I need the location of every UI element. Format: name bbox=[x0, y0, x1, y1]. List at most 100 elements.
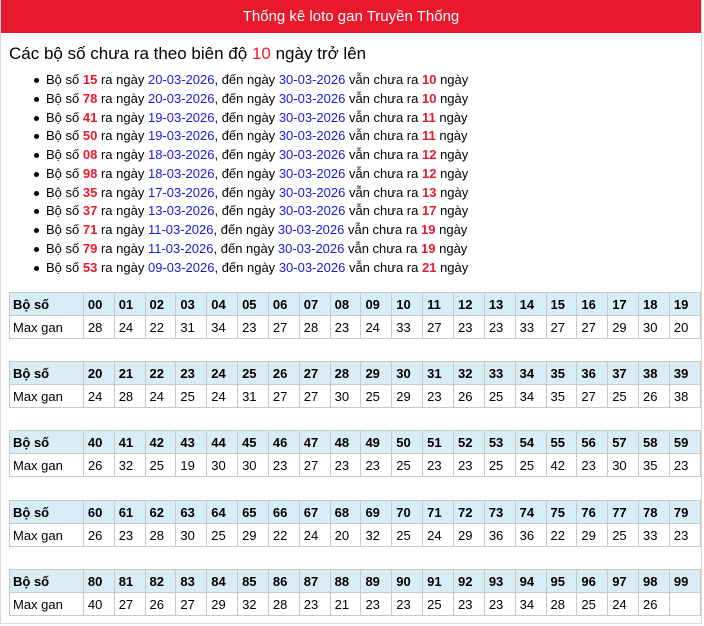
max-gan-cell: 24 bbox=[82, 384, 115, 408]
max-gan-cell: 28 bbox=[113, 384, 146, 408]
table-row: Max gan 26 32 25 19 30 30 23 27 23 23 25 23 23 25 25 42 2… bbox=[9, 453, 702, 477]
max-gan-cell: 23 bbox=[668, 453, 702, 477]
max-gan-cell: 26 bbox=[452, 384, 485, 408]
label-bo-so: Bộ số bbox=[46, 147, 80, 162]
max-gan-cell: 35 bbox=[638, 453, 670, 477]
label-bo-so: Bộ số bbox=[46, 240, 80, 256]
label-ra-ngay: ra ngày bbox=[100, 165, 145, 181]
max-gan-cell: 25 bbox=[144, 453, 177, 477]
item-to-date: 30-03-2026 bbox=[277, 240, 345, 256]
max-gan-cell: 23 bbox=[452, 453, 485, 477]
number-cell: 86 bbox=[267, 569, 300, 593]
item-days: 12 bbox=[421, 165, 437, 181]
number-cell: 83 bbox=[175, 569, 208, 593]
item-number: 98 bbox=[82, 165, 98, 181]
max-gan-cell: 30 bbox=[607, 453, 640, 477]
number-cell: 85 bbox=[237, 569, 269, 593]
max-gan-cell: 30 bbox=[329, 384, 362, 408]
number-cell: 11 bbox=[422, 292, 454, 316]
label-van-chua-ra: vẫn chưa ra bbox=[348, 184, 419, 200]
number-cell: 60 bbox=[82, 500, 115, 524]
item-number: 53 bbox=[82, 259, 98, 275]
number-cell: 06 bbox=[267, 292, 300, 316]
label-bo-so: Bộ số bbox=[46, 222, 80, 237]
number-cell: 59 bbox=[668, 430, 702, 454]
item-days: 19 bbox=[421, 222, 436, 237]
max-gan-cell: 23 bbox=[360, 453, 393, 477]
item-number: 15 bbox=[82, 72, 98, 87]
label-ngay: ngày bbox=[439, 240, 468, 256]
number-cell: 82 bbox=[144, 569, 177, 593]
number-cell: 76 bbox=[576, 500, 609, 524]
item-to-date: 30-03-2026 bbox=[278, 184, 346, 200]
max-gan-cell: 35 bbox=[545, 384, 578, 408]
item-days: 21 bbox=[421, 259, 437, 275]
label-ra-ngay: ra ngày bbox=[100, 203, 145, 219]
max-gan-cell: 24 bbox=[113, 315, 146, 339]
item-from-date: 13-03-2026 bbox=[147, 203, 215, 219]
item-from-date: 11-03-2026 bbox=[147, 222, 214, 237]
label-ngay: ngày bbox=[439, 222, 468, 237]
max-gan-cell: 21 bbox=[329, 592, 362, 616]
number-cell: 01 bbox=[113, 292, 146, 316]
table-row: Max gan 40 27 26 27 29 32 28 23 21 23 23 25 23 23 34 28 2… bbox=[9, 592, 702, 616]
number-cell: 80 bbox=[82, 569, 115, 593]
max-gan-cell: 26 bbox=[82, 453, 115, 477]
max-gan-cell: 27 bbox=[175, 592, 208, 616]
label-ngay: ngày bbox=[440, 203, 469, 219]
label-den-ngay: , đến ngày bbox=[214, 128, 276, 144]
number-cell: 55 bbox=[545, 430, 578, 454]
max-gan-cell: 23 bbox=[483, 592, 516, 616]
number-cell: 97 bbox=[607, 569, 640, 593]
max-gan-cell: 23 bbox=[452, 592, 485, 616]
number-cell: 18 bbox=[638, 292, 670, 316]
label-van-chua-ra: vẫn chưa ra bbox=[347, 222, 418, 237]
item-to-date: 30-03-2026 bbox=[278, 203, 346, 219]
item-to-date: 30-03-2026 bbox=[277, 222, 345, 237]
max-gan-cell: 28 bbox=[298, 315, 331, 339]
number-cell: 46 bbox=[267, 430, 300, 454]
item-days: 12 bbox=[421, 147, 437, 162]
number-cell: 79 bbox=[668, 500, 702, 524]
number-cell: 23 bbox=[175, 361, 208, 385]
max-gan-table: Bộ số 20 21 22 23 24 25 26 27 28 29 30 31 32 33 34 35 36 3… bbox=[9, 361, 702, 408]
label-van-chua-ra: vẫn chưa ra bbox=[348, 203, 419, 219]
max-gan-cell: 34 bbox=[514, 384, 547, 408]
number-cell: 67 bbox=[298, 500, 331, 524]
table-header-row: Bộ số 40 41 42 43 44 45 46 47 48 49 50 51 52 53 54 55 56 5… bbox=[9, 430, 702, 454]
max-gan-cell: 23 bbox=[422, 384, 454, 408]
max-gan-cell: 23 bbox=[422, 453, 454, 477]
number-cell: 88 bbox=[329, 569, 362, 593]
max-gan-cell: 28 bbox=[144, 523, 177, 547]
item-from-date: 20-03-2026 bbox=[147, 72, 215, 87]
item-number: 35 bbox=[82, 184, 98, 200]
number-cell: 29 bbox=[360, 361, 393, 385]
list-item: Bộ số 15 ra ngày 20-03-2026, đến ngày 30… bbox=[34, 71, 701, 90]
max-gan-cell: 25 bbox=[391, 453, 424, 477]
header-label: Bộ số bbox=[9, 292, 84, 316]
max-gan-cell: 34 bbox=[206, 315, 239, 339]
number-cell: 08 bbox=[329, 292, 362, 316]
item-days: 19 bbox=[421, 240, 436, 256]
max-gan-cell: 22 bbox=[267, 523, 300, 547]
label-ngay: ngày bbox=[440, 72, 469, 87]
item-number: 37 bbox=[82, 203, 98, 219]
label-van-chua-ra: vẫn chưa ra bbox=[348, 90, 419, 106]
subtitle-suffix: ngày trở lên bbox=[275, 44, 367, 63]
label-den-ngay: , đến ngày bbox=[214, 90, 276, 106]
item-number: 41 bbox=[82, 109, 98, 125]
number-cell: 42 bbox=[144, 430, 177, 454]
max-gan-cell: 26 bbox=[638, 592, 670, 616]
max-gan-table: Bộ số 80 81 82 83 84 85 86 87 88 89 90 91 92 93 94 95 96 9… bbox=[9, 569, 702, 616]
item-to-date: 30-03-2026 bbox=[278, 128, 346, 144]
max-gan-cell: 33 bbox=[391, 315, 424, 339]
number-cell: 66 bbox=[267, 500, 300, 524]
table-header-row: Bộ số 80 81 82 83 84 85 86 87 88 89 90 91 92 93 94 95 96 9… bbox=[9, 569, 702, 593]
number-cell: 32 bbox=[452, 361, 485, 385]
max-gan-cell: 36 bbox=[514, 523, 547, 547]
max-gan-cell: 26 bbox=[638, 384, 670, 408]
table-header-row: Bộ số 60 61 62 63 64 65 66 67 68 69 70 71 72 73 74 75 76 7… bbox=[9, 500, 702, 524]
max-gan-cell: 31 bbox=[175, 315, 208, 339]
max-gan-cell: 24 bbox=[206, 384, 239, 408]
number-cell: 56 bbox=[576, 430, 609, 454]
